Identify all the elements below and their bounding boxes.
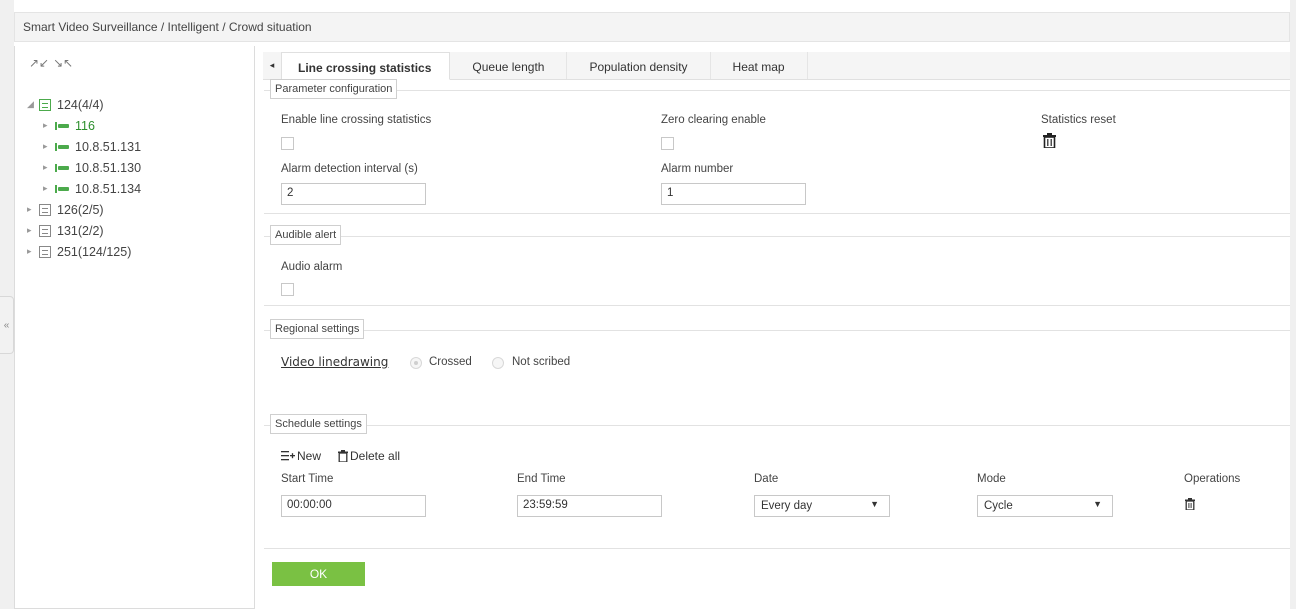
audio-alarm-checkbox[interactable] (281, 283, 294, 296)
audio-alarm-label: Audio alarm (281, 261, 343, 273)
camera-icon (55, 163, 69, 172)
alarm-interval-label: Alarm detection interval (s) (281, 163, 418, 175)
device-group-icon (39, 224, 51, 237)
crossed-radio-label: Crossed (429, 356, 472, 368)
date-select-value: Every day (761, 500, 813, 512)
regional-settings-section: Regional settings Video linedrawing Cros… (264, 319, 1290, 400)
section-legend: Audible alert (270, 225, 342, 245)
operations-header: Operations (1184, 473, 1241, 485)
new-button-label: New (297, 449, 322, 463)
start-time-input[interactable]: 00:00:00 (281, 495, 426, 517)
enable-line-crossing-checkbox[interactable] (281, 137, 294, 150)
not-scribed-radio[interactable] (492, 357, 504, 369)
collapsed-caret-icon[interactable]: ▸ (27, 204, 39, 215)
tab-heat-map[interactable]: Heat map (711, 52, 808, 79)
end-time-header: End Time (517, 473, 566, 485)
section-legend: Schedule settings (270, 414, 367, 434)
tree-node-131[interactable]: ▸ 131(2/2) (27, 220, 141, 241)
tree-node-label: 10.8.51.134 (75, 181, 142, 196)
device-group-icon (39, 245, 51, 258)
statistics-reset-trash-icon[interactable] (1043, 133, 1056, 148)
mode-header: Mode (977, 473, 1006, 485)
tree-node-label: 116 (75, 118, 95, 133)
collapsed-caret-icon[interactable]: ▸ (27, 246, 39, 257)
device-group-icon (39, 98, 51, 111)
alarm-number-input[interactable]: 1 (661, 183, 806, 205)
device-tree-panel: ↗↙ ↘↖ ◢ 124(4/4) ▸ 116 ▸ 10.8.51.131 ▸ 1… (14, 46, 255, 609)
tree-node-10-8-51-131[interactable]: ▸ 10.8.51.131 (27, 136, 141, 157)
alarm-interval-input[interactable]: 2 (281, 183, 426, 205)
section-legend: Parameter configuration (270, 79, 398, 99)
caret-down-icon: ▼ (870, 499, 879, 509)
tree-node-10-8-51-134[interactable]: ▸ 10.8.51.134 (27, 178, 141, 199)
camera-icon (55, 142, 69, 151)
tree-node-label: 126(2/5) (57, 202, 104, 217)
collapsed-caret-icon[interactable]: ▸ (43, 120, 55, 131)
tree-node-label: 251(124/125) (57, 244, 132, 259)
delete-all-button[interactable]: Delete all (338, 449, 400, 463)
caret-down-icon: ▼ (1093, 499, 1102, 509)
tab-population-density[interactable]: Population density (567, 52, 711, 79)
date-header: Date (754, 473, 779, 485)
section-legend: Regional settings (270, 319, 365, 339)
schedule-settings-section: Schedule settings New Delete all Start T… (264, 414, 1290, 549)
end-time-input[interactable]: 23:59:59 (517, 495, 662, 517)
expanded-caret-icon[interactable]: ◢ (27, 99, 39, 110)
tree-node-251[interactable]: ▸ 251(124/125) (27, 241, 141, 262)
device-tree: ◢ 124(4/4) ▸ 116 ▸ 10.8.51.131 ▸ 10.8.51… (27, 94, 141, 262)
mode-select[interactable]: Cycle ▼ (977, 495, 1113, 517)
tree-node-10-8-51-130[interactable]: ▸ 10.8.51.130 (27, 157, 141, 178)
enable-line-crossing-label: Enable line crossing statistics (281, 114, 432, 126)
collapsed-caret-icon[interactable]: ▸ (27, 225, 39, 236)
camera-icon (55, 121, 69, 130)
main-content: ◂ Line crossing statistics Queue length … (263, 46, 1290, 609)
collapse-all-icon[interactable]: ↘↖ (53, 56, 73, 70)
collapsed-caret-icon[interactable]: ▸ (43, 162, 55, 173)
tab-queue-length[interactable]: Queue length (450, 52, 568, 79)
delete-all-label: Delete all (350, 449, 401, 463)
video-linedrawing-link[interactable]: Video linedrawing (281, 355, 388, 369)
trash-icon (338, 450, 348, 462)
start-time-header: Start Time (281, 473, 334, 485)
new-schedule-button[interactable]: New (281, 449, 321, 463)
audible-alert-section: Audible alert Audio alarm (264, 225, 1290, 306)
tree-node-124[interactable]: ◢ 124(4/4) (27, 94, 141, 115)
mode-select-value: Cycle (984, 500, 1013, 512)
statistics-reset-label: Statistics reset (1041, 114, 1116, 126)
tab-bar: ◂ Line crossing statistics Queue length … (263, 52, 1290, 80)
parameter-configuration-section: Parameter configuration Enable line cros… (264, 79, 1290, 214)
tree-node-label: 10.8.51.131 (75, 139, 142, 154)
zero-clearing-checkbox[interactable] (661, 137, 674, 150)
expand-all-icon[interactable]: ↗↙ (29, 56, 49, 70)
ok-button[interactable]: OK (272, 562, 365, 586)
alarm-number-label: Alarm number (661, 163, 734, 175)
device-group-icon (39, 203, 51, 216)
tree-node-label: 10.8.51.130 (75, 160, 142, 175)
right-gutter (1290, 0, 1296, 609)
tab-line-crossing-statistics[interactable]: Line crossing statistics (281, 52, 451, 80)
tree-node-label: 131(2/2) (57, 223, 104, 238)
tree-node-116[interactable]: ▸ 116 (27, 115, 141, 136)
sidebar-collapse-handle[interactable]: « (0, 296, 14, 354)
collapsed-caret-icon[interactable]: ▸ (43, 141, 55, 152)
tree-node-label: 124(4/4) (57, 97, 104, 112)
zero-clearing-label: Zero clearing enable (661, 114, 766, 126)
camera-icon (55, 184, 69, 193)
new-icon (281, 451, 295, 461)
breadcrumb: Smart Video Surveillance / Intelligent /… (14, 12, 1290, 42)
tab-scroll-left-icon[interactable]: ◂ (263, 52, 281, 79)
delete-row-trash-icon[interactable] (1185, 498, 1195, 510)
not-scribed-radio-label: Not scribed (512, 356, 571, 368)
crossed-radio[interactable] (410, 357, 422, 369)
tree-node-126[interactable]: ▸ 126(2/5) (27, 199, 141, 220)
collapsed-caret-icon[interactable]: ▸ (43, 183, 55, 194)
date-select[interactable]: Every day ▼ (754, 495, 890, 517)
tree-expand-controls: ↗↙ ↘↖ (29, 56, 73, 70)
